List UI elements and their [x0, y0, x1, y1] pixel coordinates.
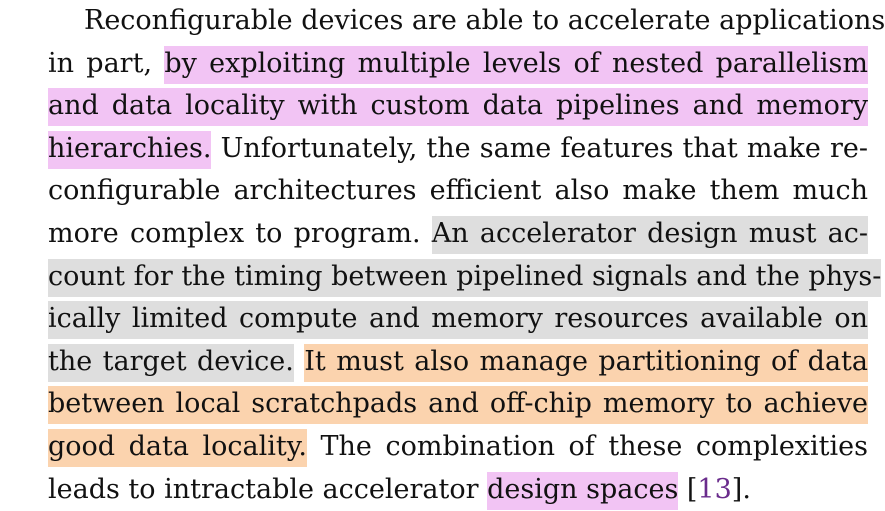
highlight-orange: good data locality.: [48, 428, 307, 467]
text-segment: The combination of these complexities: [306, 430, 868, 462]
citation-link[interactable]: 13: [697, 474, 731, 505]
text-segment: [294, 346, 304, 377]
paragraph-line: in part, by exploiting multiple levels o…: [12, 43, 868, 86]
highlight-gray: An accelerator design must ac-: [431, 215, 868, 254]
paragraph-line: the target device. It must also manage p…: [12, 341, 869, 384]
highlight-orange: between local scratchpads and off-chip m…: [48, 386, 868, 425]
paragraph: Reconfigurable devices are able to accel…: [12, 0, 885, 511]
paragraph-line: count for the timing between pipelined s…: [12, 256, 882, 299]
paragraph-line: Reconfigurable devices are able to accel…: [12, 0, 885, 43]
paragraph-line: between local scratchpads and off-chip m…: [12, 383, 868, 426]
text-segment: in part,: [48, 47, 165, 79]
highlight-pink: design spaces: [487, 471, 679, 510]
highlight-orange: It must also manage partitioning of data: [304, 343, 869, 382]
text-segment: configurable architectures efficient als…: [48, 175, 868, 207]
text-segment: more complex to program.: [48, 217, 432, 249]
paragraph-line: and data locality with custom data pipel…: [12, 85, 868, 128]
paragraph-line: hierarchies. Unfortunately, the same fea…: [12, 128, 868, 171]
text-segment: Unfortunately, the same features that ma…: [211, 132, 868, 164]
paragraph-line: good data locality. The combination of t…: [12, 426, 868, 469]
text-segment: [: [678, 473, 698, 505]
paragraph-line: configurable architectures efficient als…: [12, 170, 868, 213]
paragraph-line: leads to intractable accelerator design …: [12, 469, 868, 511]
text-segment: ].: [731, 473, 751, 505]
text-segment: Reconfigurable devices are able to accel…: [84, 5, 885, 36]
highlight-pink: hierarchies.: [48, 130, 212, 169]
highlight-pink: and data locality with custom data pipel…: [48, 88, 868, 127]
highlight-gray: ically limited compute and memory resour…: [48, 301, 868, 340]
highlight-pink: by exploiting multiple levels of nested …: [164, 45, 868, 84]
highlight-gray: the target device.: [48, 343, 294, 382]
paragraph-line: ically limited compute and memory resour…: [12, 298, 868, 341]
paragraph-line: more complex to program. An accelerator …: [12, 213, 868, 256]
text-segment: leads to intractable accelerator: [48, 473, 488, 505]
highlight-gray: count for the timing between pipelined s…: [48, 258, 882, 297]
